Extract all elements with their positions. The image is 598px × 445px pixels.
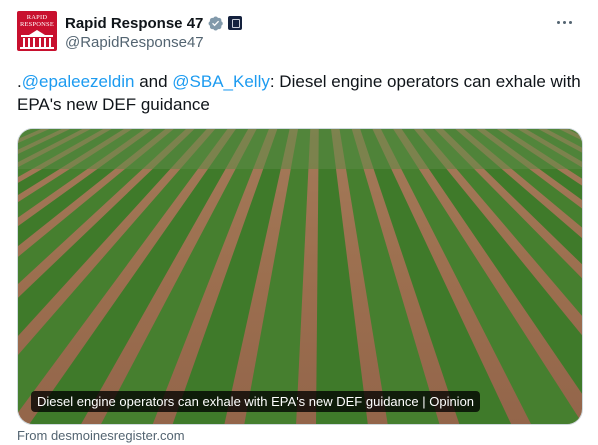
white-house-logo-icon [20,30,54,49]
link-card[interactable]: Diesel engine operators can exhale with … [17,128,583,425]
author-handle[interactable]: @RapidResponse47 [65,34,204,51]
avatar-logo-text: RAPID RESPONSE [19,14,55,28]
tweet-text: .@epaleezeldin and @SBA_Kelly: Diesel en… [17,70,587,116]
card-caption: Diesel engine operators can exhale with … [31,391,481,412]
far-field-haze [18,129,582,169]
more-dot [568,20,572,24]
verified-badge-icon[interactable] [207,15,224,32]
mention-epaleezeldin[interactable]: @epaleezeldin [22,72,135,91]
more-options-icon[interactable] [550,10,578,34]
card-source-link[interactable]: From desmoinesregister.com [17,428,185,443]
more-dot [556,20,560,24]
avatar[interactable]: RAPID RESPONSE [17,11,57,51]
more-dot [562,20,566,24]
affiliation-badge-icon[interactable] [228,16,243,30]
author-name-row: Rapid Response 47 [65,13,243,33]
mention-sba-kelly[interactable]: @SBA_Kelly [172,72,270,91]
tweet-joiner: and [134,72,173,91]
author-display-name[interactable]: Rapid Response 47 [65,15,203,32]
crop-field-image [18,129,582,424]
